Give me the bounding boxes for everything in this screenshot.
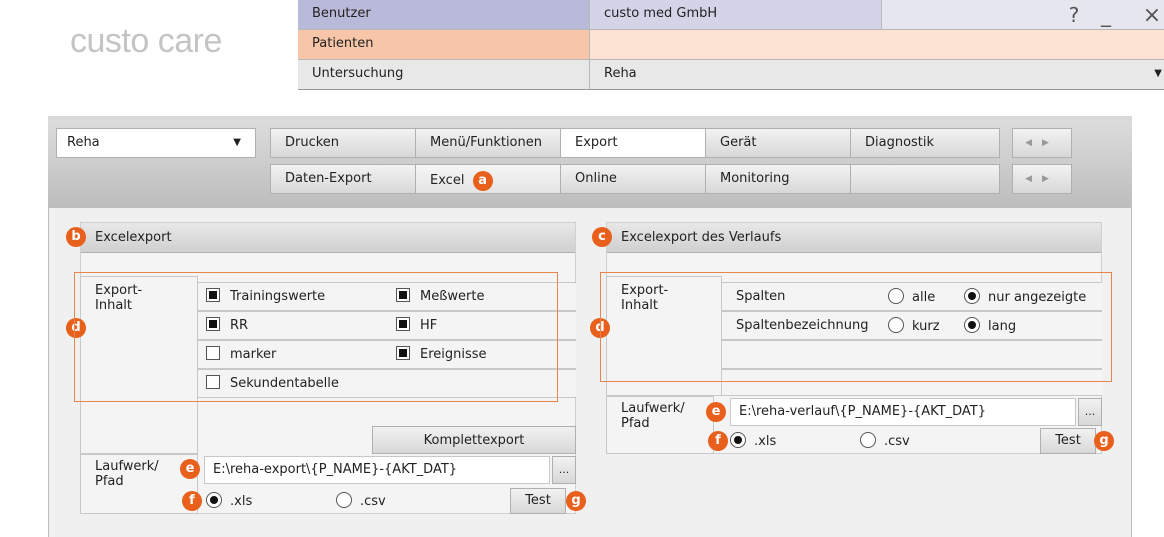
left-radio-xls[interactable]: .xls (206, 492, 252, 509)
left-panel-title: Excelexport (81, 223, 575, 253)
tab-online[interactable]: Online (560, 164, 706, 194)
module-select[interactable]: Reha ▼ (56, 128, 256, 158)
header-label-patient: Patienten (298, 30, 590, 59)
tab-excel-label: Excel (430, 173, 465, 188)
tab-empty[interactable] (850, 164, 1000, 194)
window-controls: ? _ × (1058, 0, 1164, 30)
left-browse-button[interactable]: ... (552, 456, 576, 484)
left-path-label-cell: Laufwerk/ Pfad (80, 454, 198, 514)
badge-c: c (592, 227, 612, 247)
header-label-user: Benutzer (298, 0, 590, 29)
badge-g-left: g (566, 491, 586, 511)
badge-a: a (472, 171, 493, 191)
left-radio-csv[interactable]: .csv (336, 492, 386, 509)
radio-selected-icon (730, 432, 746, 448)
chevron-down-icon: ▼ (233, 137, 241, 148)
badge-f-right: f (708, 431, 728, 451)
right-test-button[interactable]: Test (1040, 428, 1096, 454)
tab-drucken[interactable]: Drucken (270, 128, 416, 158)
full-export-button[interactable]: Komplettexport (372, 426, 576, 454)
badge-e-left: e (180, 459, 200, 479)
header-row-patient[interactable]: Patienten (298, 30, 1164, 60)
tab-daten-export[interactable]: Daten-Export (270, 164, 416, 194)
tab-monitoring[interactable]: Monitoring (705, 164, 851, 194)
badge-e-right: e (706, 402, 726, 422)
right-radio-csv[interactable]: .csv (860, 432, 910, 449)
header-row-examination[interactable]: Untersuchung Reha (298, 60, 1164, 90)
radio-selected-icon (206, 492, 222, 508)
examination-dropdown-icon[interactable]: ▼ (1154, 68, 1162, 79)
header-value-patient[interactable] (590, 30, 1164, 59)
highlight-box-left (74, 272, 558, 402)
tab-export[interactable]: Export (560, 128, 706, 158)
tab-scroll-arrows-row1[interactable]: ◀▶ (1012, 128, 1072, 158)
tab-scroll-arrows-row2[interactable]: ◀▶ (1012, 164, 1072, 194)
highlight-box-right (600, 272, 1112, 382)
tab-geraet[interactable]: Gerät (705, 128, 851, 158)
right-path-input[interactable]: E:\reha-verlauf\{P_NAME}-{AKT_DAT} (730, 398, 1076, 426)
tab-diagnostik[interactable]: Diagnostik (850, 128, 1000, 158)
left-path-label: Laufwerk/ Pfad (95, 459, 159, 489)
radio-unselected-icon (860, 432, 876, 448)
close-icon[interactable]: × (1140, 1, 1164, 30)
right-browse-button[interactable]: ... (1078, 398, 1102, 426)
tab-excel[interactable]: Excel a (415, 164, 561, 194)
header-label-examination: Untersuchung (298, 60, 590, 89)
right-radio-xls[interactable]: .xls (730, 432, 776, 449)
module-select-value: Reha (67, 135, 100, 150)
header-value-user[interactable]: custo med GmbH (590, 0, 882, 29)
left-path-input[interactable]: E:\reha-export\{P_NAME}-{AKT_DAT} (204, 456, 550, 484)
right-panel-title: Excelexport des Verlaufs (607, 223, 1101, 253)
right-path-label-cell: Laufwerk/ Pfad (606, 396, 714, 454)
tab-menue-funktionen[interactable]: Menü/Funktionen (415, 128, 561, 158)
help-icon[interactable]: ? (1058, 1, 1090, 30)
radio-unselected-icon (336, 492, 352, 508)
badge-g-right: g (1094, 431, 1114, 451)
left-test-button[interactable]: Test (510, 488, 566, 514)
app-logo: custo care (70, 22, 222, 60)
badge-f-left: f (182, 491, 202, 511)
badge-b: b (66, 227, 86, 247)
minimize-icon[interactable]: _ (1090, 1, 1122, 30)
right-path-label: Laufwerk/ Pfad (621, 401, 685, 431)
header-value-examination[interactable]: Reha (590, 60, 1164, 89)
header-row-user[interactable]: Benutzer custo med GmbH (298, 0, 1164, 30)
